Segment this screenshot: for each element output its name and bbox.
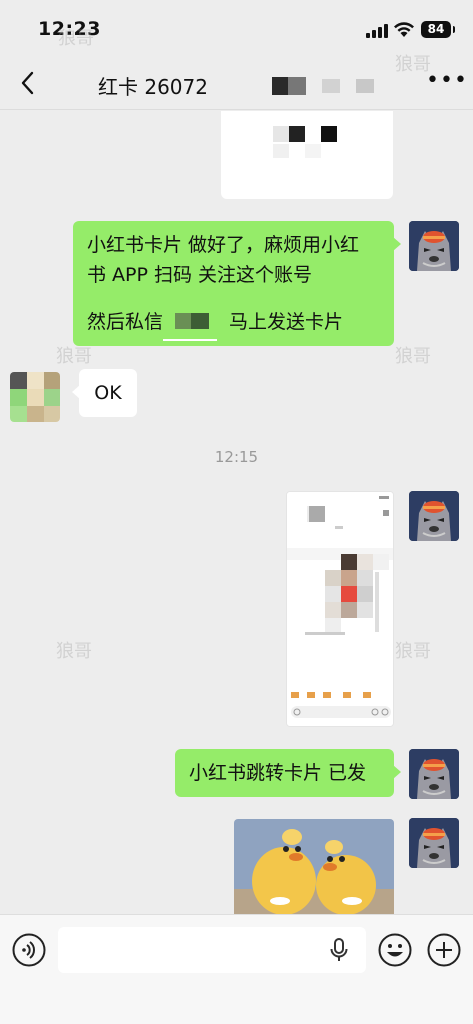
message-text: 马上发送卡片 bbox=[229, 311, 344, 333]
signal-icon bbox=[366, 24, 388, 38]
message-input[interactable] bbox=[58, 927, 366, 973]
status-time: 12:23 bbox=[38, 18, 101, 40]
my-avatar[interactable] bbox=[409, 491, 459, 541]
message-composer bbox=[0, 914, 473, 1024]
watermark: 狼哥 bbox=[56, 641, 92, 662]
wolf-avatar-icon bbox=[409, 221, 459, 271]
microphone-icon[interactable] bbox=[330, 938, 348, 962]
wolf-avatar-icon bbox=[409, 491, 459, 541]
wolf-avatar-icon bbox=[409, 749, 459, 799]
battery-indicator: 84 bbox=[421, 21, 455, 38]
sticker-image-message[interactable] bbox=[234, 819, 394, 914]
my-avatar[interactable] bbox=[409, 749, 459, 799]
chick-sticker-image bbox=[234, 819, 394, 914]
my-avatar[interactable] bbox=[409, 818, 459, 868]
status-bar: 12:23 84 bbox=[0, 0, 473, 58]
screenshot-thumbnail bbox=[287, 492, 393, 726]
contact-avatar[interactable] bbox=[10, 372, 60, 422]
message-text: 书 APP 扫码 关注这个账号 bbox=[87, 264, 313, 286]
message-bubble-incoming[interactable]: OK bbox=[72, 369, 137, 417]
message-text: 小红书跳转卡片 已发 bbox=[189, 762, 367, 784]
emoji-icon[interactable] bbox=[378, 933, 412, 967]
message-text: 然后私信 bbox=[87, 311, 164, 333]
blurred-name-mosaic bbox=[272, 77, 374, 95]
wifi-icon bbox=[394, 22, 414, 37]
message-bubble-outgoing[interactable]: 小红书卡片 做好了，麻烦用小红 书 APP 扫码 关注这个账号 然后私信 马上发… bbox=[73, 221, 401, 346]
plus-icon[interactable] bbox=[427, 933, 461, 967]
mosaic-avatar-icon bbox=[10, 372, 60, 422]
wolf-avatar-icon bbox=[409, 818, 459, 868]
chat-header: 红卡 26072 ••• bbox=[0, 58, 473, 110]
voice-icon[interactable] bbox=[12, 933, 46, 967]
chat-title: 红卡 26072 bbox=[98, 75, 208, 99]
mosaic-image bbox=[273, 126, 337, 158]
my-avatar[interactable] bbox=[409, 221, 459, 271]
message-text: OK bbox=[94, 382, 122, 404]
message-bubble-outgoing[interactable]: 小红书跳转卡片 已发 bbox=[175, 749, 401, 797]
watermark: 狼哥 bbox=[395, 641, 431, 662]
qr-image-message[interactable] bbox=[221, 111, 393, 199]
screenshot-image-message[interactable] bbox=[286, 491, 394, 727]
more-dots-icon[interactable]: ••• bbox=[426, 68, 468, 93]
message-timestamp: 12:15 bbox=[214, 448, 259, 466]
watermark: 狼哥 bbox=[395, 346, 431, 367]
mosaic-redaction bbox=[175, 313, 209, 329]
chevron-left-icon[interactable] bbox=[14, 68, 44, 98]
message-text: 小红书卡片 做好了，麻烦用小红 bbox=[87, 234, 360, 256]
